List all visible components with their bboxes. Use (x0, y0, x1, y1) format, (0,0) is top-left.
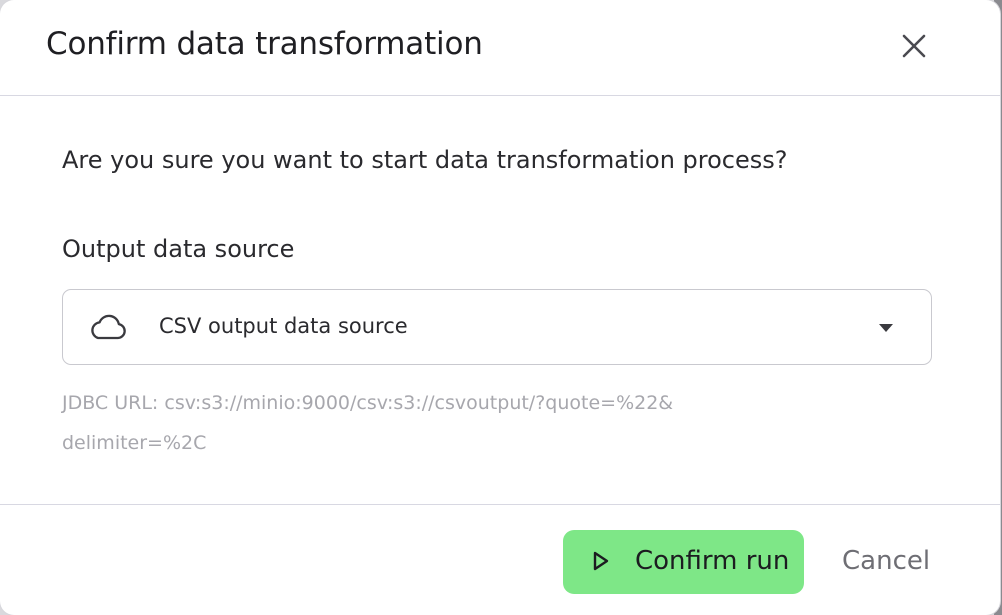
confirm-run-button[interactable]: Confirm run (563, 530, 804, 594)
close-icon (902, 34, 926, 58)
dialog-title: Confirm data transformation (46, 26, 483, 62)
confirm-run-label: Confirm run (635, 546, 790, 576)
output-data-source-label: Output data source (62, 235, 295, 263)
close-button[interactable] (896, 28, 932, 64)
cancel-button[interactable]: Cancel (842, 546, 930, 576)
dialog-body: Are you sure you want to start data tran… (0, 96, 1000, 504)
cloud-icon (91, 314, 126, 340)
confirm-dialog: Confirm data transformation Are you sure… (0, 0, 1000, 615)
caret-down-icon (879, 324, 893, 332)
select-value: CSV output data source (159, 314, 408, 338)
dialog-footer: Confirm run Cancel (0, 504, 1000, 615)
confirmation-question: Are you sure you want to start data tran… (62, 146, 788, 174)
play-icon (593, 551, 609, 571)
jdbc-url-hint: JDBC URL: csv:s3://minio:9000/csv:s3://c… (62, 392, 674, 454)
dialog-header: Confirm data transformation (0, 0, 1000, 96)
output-data-source-select[interactable]: CSV output data source (62, 289, 932, 365)
